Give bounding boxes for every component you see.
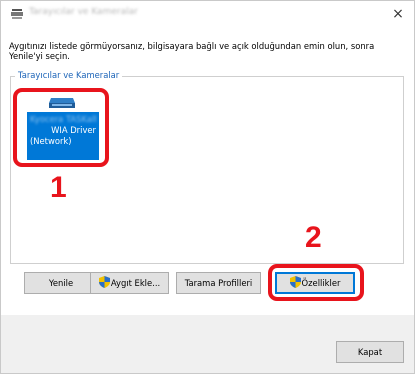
scan-profiles-button-label: Tarama Profilleri — [184, 278, 253, 288]
close-window-button[interactable]: × — [388, 4, 408, 24]
uac-shield-icon — [289, 276, 301, 288]
refresh-button-label: Yenile — [48, 278, 74, 288]
instruction-text: Aygıtınızı listede görmüyorsanız, bilgis… — [9, 41, 375, 61]
properties-button-label: Özellikler — [301, 278, 341, 288]
add-device-button-label: Aygıt Ekle... — [110, 278, 161, 288]
uac-shield-icon — [98, 276, 110, 288]
window-title: Tarayıcılar ve Kameralar — [29, 7, 138, 17]
refresh-button[interactable]: Yenile — [24, 272, 98, 294]
callout-number-1: 1 — [50, 171, 67, 204]
scan-profiles-button[interactable]: Tarama Profilleri — [176, 272, 261, 294]
group-legend: Tarayıcılar ve Kameralar — [15, 70, 123, 80]
close-button[interactable]: Kapat — [336, 341, 404, 363]
close-button-label: Kapat — [357, 347, 383, 357]
callout-number-2: 2 — [305, 221, 322, 254]
title-bar: Tarayıcılar ve Kameralar × — [1, 1, 414, 27]
scanner-window-icon — [11, 9, 23, 19]
scanners-cameras-dialog: Tarayıcılar ve Kameralar × Aygıtınızı li… — [0, 0, 415, 374]
properties-button[interactable]: Özellikler — [275, 272, 355, 294]
dialog-footer: Kapat — [1, 315, 414, 373]
callout-highlight-device — [13, 88, 109, 167]
add-device-button[interactable]: Aygıt Ekle... — [90, 272, 169, 294]
